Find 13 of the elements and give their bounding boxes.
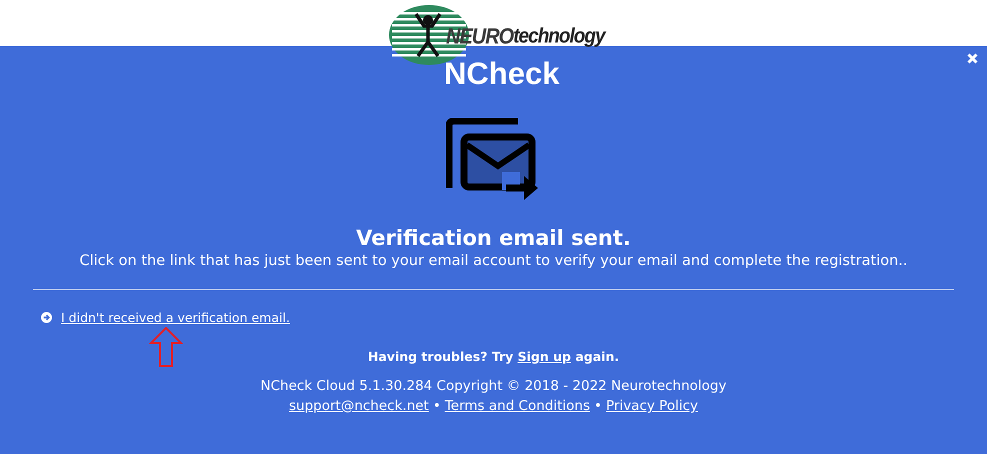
footer-link[interactable]: support@ncheck.net <box>288 398 429 414</box>
resend-link[interactable]: I didn't received a verification email. <box>61 310 290 325</box>
footer-link[interactable]: Privacy Policy <box>606 398 698 414</box>
footer-link[interactable]: Terms and Conditions <box>444 398 590 414</box>
sign-up-link[interactable]: Sign up <box>518 349 571 364</box>
separator: • <box>594 398 602 414</box>
message: Click on the link that has just been sent to your email account to verify your email and complete the registration.. <box>78 253 909 269</box>
logo-text: technology <box>513 24 605 50</box>
heading: Verification email sent. <box>355 226 632 250</box>
troubles-text: Having troubles? Try Sign up again. <box>366 349 620 364</box>
app-name: NCheck <box>444 58 560 89</box>
separator: • <box>432 398 441 414</box>
copyright-text: NCheck Cloud 5.1.30.284 Copyright © 2018 - 2022 Neurotechnology <box>259 378 728 394</box>
